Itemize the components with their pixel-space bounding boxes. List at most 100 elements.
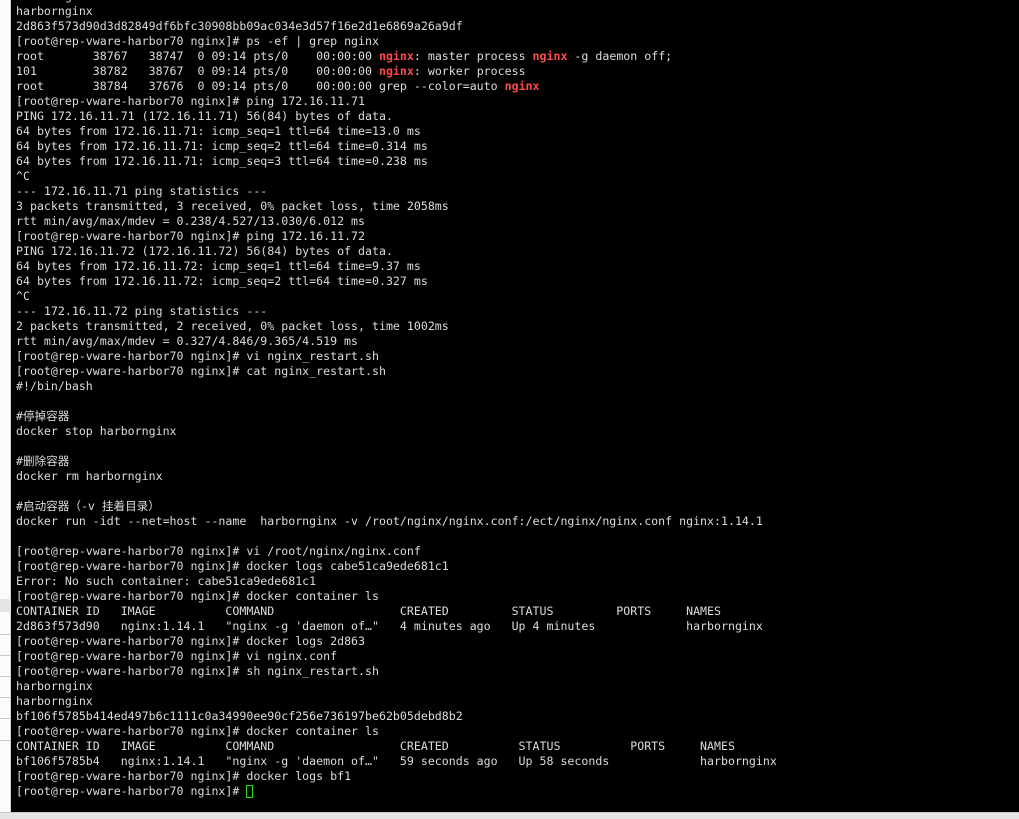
- text-cursor[interactable]: [246, 785, 254, 798]
- line-text: --- 172.16.11.72 ping statistics ---: [16, 304, 268, 318]
- line-text: docker stop harbornginx: [16, 424, 177, 438]
- output-line: 64 bytes from 172.16.11.71: icmp_seq=1 t…: [16, 124, 777, 139]
- output-line: rtt min/avg/max/mdev = 0.238/4.527/13.03…: [16, 214, 777, 229]
- command-line: [root@rep-vware-harbor70 nginx]# docker …: [16, 559, 777, 574]
- line-text: PING 172.16.11.71 (172.16.11.71) 56(84) …: [16, 109, 393, 123]
- gutter-divider: [0, 676, 11, 677]
- match-highlight: nginx: [378, 49, 414, 63]
- command-line: [root@rep-vware-harbor70 nginx]# docker …: [16, 589, 777, 604]
- line-text: docker run -idt --net=host --name harbor…: [16, 514, 763, 528]
- shell-prompt: [root@rep-vware-harbor70 nginx]#: [16, 769, 247, 783]
- shell-prompt: [root@rep-vware-harbor70 nginx]#: [16, 544, 247, 558]
- line-text: 101 38782 38767 0 09:14 pts/0 00:00:00: [16, 64, 379, 78]
- gutter-divider: [0, 634, 11, 635]
- output-line: CONTAINER ID IMAGE COMMAND CREATED STATU…: [16, 604, 777, 619]
- shell-prompt: [root@rep-vware-harbor70 nginx]#: [16, 364, 247, 378]
- line-text: ^C: [16, 169, 30, 183]
- line-text: PING 172.16.11.72 (172.16.11.72) 56(84) …: [16, 244, 393, 258]
- line-text: #删除容器: [16, 454, 70, 468]
- gutter-divider: [0, 655, 11, 656]
- line-text: 2d863f573d90 nginx:1.14.1 "nginx -g 'dae…: [16, 619, 763, 633]
- line-text: harbornginx: [16, 4, 93, 18]
- command-line: [root@rep-vware-harbor70 nginx]# cat ngi…: [16, 364, 777, 379]
- command-text: docker container ls: [246, 589, 379, 603]
- output-line: bf106f5785b4 nginx:1.14.1 "nginx -g 'dae…: [16, 754, 777, 769]
- output-line: #启动容器（-v 挂着目录）: [16, 499, 777, 514]
- gutter-divider: [0, 740, 11, 741]
- command-line: [root@rep-vware-harbor70 nginx]# docker …: [16, 769, 777, 784]
- line-text: rtt min/avg/max/mdev = 0.238/4.527/13.03…: [16, 214, 366, 228]
- line-text: bf106f5785b4 nginx:1.14.1 "nginx -g 'dae…: [16, 754, 777, 768]
- shell-prompt: [root@rep-vware-harbor70 nginx]#: [16, 649, 247, 663]
- command-line: [root@rep-vware-harbor70 nginx]# ps -ef …: [16, 34, 777, 49]
- command-line: [root@rep-vware-harbor70 nginx]# ping 17…: [16, 94, 777, 109]
- output-line: 2d863f573d90 nginx:1.14.1 "nginx -g 'dae…: [16, 619, 777, 634]
- command-text: ping 172.16.11.72: [246, 229, 366, 243]
- line-text: 2d863f573d90d3d82849df6bfc30908bb09ac034…: [16, 19, 463, 33]
- match-highlight: nginx: [378, 64, 414, 78]
- line-text: --- 172.16.11.71 ping statistics ---: [16, 184, 268, 198]
- output-line: docker stop harbornginx: [16, 424, 777, 439]
- output-line: --- 172.16.11.72 ping statistics ---: [16, 304, 777, 319]
- output-line: 64 bytes from 172.16.11.71: icmp_seq=2 t…: [16, 139, 777, 154]
- left-gutter: [0, 0, 11, 818]
- command-text: cat nginx_restart.sh: [246, 364, 386, 378]
- output-line: ^C: [16, 289, 777, 304]
- output-line: docker rm harbornginx: [16, 469, 777, 484]
- output-line: #!/bin/bash: [16, 379, 777, 394]
- line-text: 2 packets transmitted, 2 received, 0% pa…: [16, 319, 449, 333]
- line-text: 64 bytes from 172.16.11.71: icmp_seq=2 t…: [16, 139, 428, 153]
- line-text: harbornginx: [16, 679, 93, 693]
- output-line: 64 bytes from 172.16.11.72: icmp_seq=1 t…: [16, 259, 777, 274]
- line-text: CONTAINER ID IMAGE COMMAND CREATED STATU…: [16, 739, 735, 753]
- command-text: ps -ef | grep nginx: [246, 34, 379, 48]
- line-text: #启动容器（-v 挂着目录）: [16, 499, 160, 513]
- command-text: docker logs cabe51ca9ede681c1: [246, 559, 449, 573]
- shell-prompt: [root@rep-vware-harbor70 nginx]#: [16, 34, 247, 48]
- line-text: #停掉容器: [16, 409, 70, 423]
- line-text: : worker process: [413, 64, 526, 78]
- line-text: rtt min/avg/max/mdev = 0.327/4.846/9.365…: [16, 334, 359, 348]
- shell-prompt: [root@rep-vware-harbor70 nginx]#: [16, 559, 247, 573]
- line-text: #!/bin/bash: [16, 379, 93, 393]
- shell-prompt: [root@rep-vware-harbor70 nginx]#: [16, 589, 247, 603]
- command-line: [root@rep-vware-harbor70 nginx]# vi ngin…: [16, 649, 777, 664]
- command-line: [root@rep-vware-harbor70 nginx]# ping 17…: [16, 229, 777, 244]
- command-text: docker container ls: [246, 724, 379, 738]
- output-line: CONTAINER ID IMAGE COMMAND CREATED STATU…: [16, 739, 777, 754]
- line-text: -g daemon off;: [567, 49, 673, 63]
- command-text: vi nginx_restart.sh: [246, 349, 379, 363]
- output-line: 3 packets transmitted, 3 received, 0% pa…: [16, 199, 777, 214]
- line-text: bf106f5785b414ed497b6c1111c0a34990ee90cf…: [16, 709, 463, 723]
- output-line: --- 172.16.11.71 ping statistics ---: [16, 184, 777, 199]
- line-text: ^C: [16, 289, 30, 303]
- line-text: 64 bytes from 172.16.11.71: icmp_seq=1 t…: [16, 124, 421, 138]
- shell-prompt: [root@rep-vware-harbor70 nginx]#: [16, 784, 247, 798]
- shell-prompt: [root@rep-vware-harbor70 nginx]#: [16, 724, 247, 738]
- output-line: docker run -idt --net=host --name harbor…: [16, 514, 777, 529]
- line-text: CONTAINER ID IMAGE COMMAND CREATED STATU…: [16, 604, 721, 618]
- shell-prompt: [root@rep-vware-harbor70 nginx]#: [16, 94, 247, 108]
- gutter-highlight: [0, 599, 11, 612]
- output-line: bf106f5785b414ed497b6c1111c0a34990ee90cf…: [16, 709, 777, 724]
- output-line: #删除容器: [16, 454, 777, 469]
- shell-prompt: [root@rep-vware-harbor70 nginx]#: [16, 229, 247, 243]
- line-text: 64 bytes from 172.16.11.72: icmp_seq=2 t…: [16, 274, 428, 288]
- match-highlight: nginx: [532, 49, 568, 63]
- match-highlight: nginx: [504, 79, 540, 93]
- line-text: harbornginx: [16, 0, 93, 3]
- output-line: PING 172.16.11.72 (172.16.11.72) 56(84) …: [16, 244, 777, 259]
- shell-prompt: [root@rep-vware-harbor70 nginx]#: [16, 634, 247, 648]
- command-line: [root@rep-vware-harbor70 nginx]#: [16, 784, 777, 799]
- output-line: 64 bytes from 172.16.11.72: icmp_seq=2 t…: [16, 274, 777, 289]
- command-line: [root@rep-vware-harbor70 nginx]# docker …: [16, 724, 777, 739]
- output-line: harbornginx: [16, 679, 777, 694]
- line-text: harbornginx: [16, 694, 93, 708]
- output-line: harbornginx: [16, 694, 777, 709]
- line-text: 64 bytes from 172.16.11.71: icmp_seq=3 t…: [16, 154, 428, 168]
- terminal-output[interactable]: harbornginxharbornginx2d863f573d90d3d828…: [11, 0, 1019, 812]
- command-line: [root@rep-vware-harbor70 nginx]# sh ngin…: [16, 664, 777, 679]
